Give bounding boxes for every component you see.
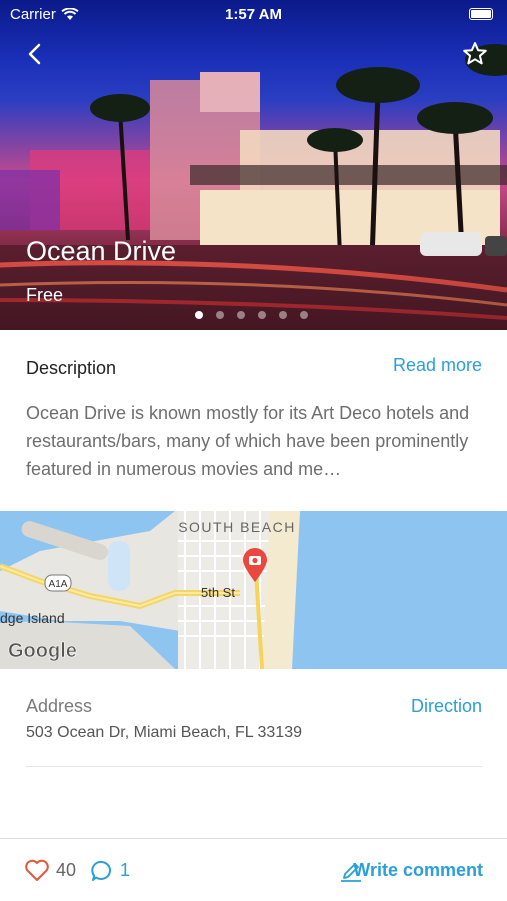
hero-image[interactable]: Carrier 1:57 AM Ocean Drive Free	[0, 0, 507, 330]
page-dot[interactable]	[258, 311, 266, 319]
map-road-label: A1A	[49, 579, 68, 590]
page-dot[interactable]	[300, 311, 308, 319]
status-time: 1:57 AM	[225, 6, 282, 23]
address-value: 503 Ocean Dr, Miami Beach, FL 33139	[26, 724, 302, 741]
read-more-link[interactable]: Read more	[393, 355, 482, 376]
page-dot[interactable]	[216, 311, 224, 319]
description-heading: Description	[26, 358, 117, 378]
like-count: 40	[56, 860, 77, 880]
description-text: Ocean Drive is known mostly for its Art …	[26, 403, 470, 479]
camera-pin-icon[interactable]	[242, 547, 268, 583]
map-canvas: A1A SOUTH BEACH 5th St dge Island Google	[0, 511, 300, 669]
page-dot[interactable]	[237, 311, 245, 319]
place-title: Ocean Drive	[26, 236, 177, 266]
divider	[26, 766, 482, 767]
direction-link[interactable]: Direction	[411, 696, 482, 717]
address-label: Address	[26, 696, 93, 716]
hero-photo	[0, 44, 507, 330]
location-map[interactable]: A1A SOUTH BEACH 5th St dge Island Google	[0, 511, 507, 669]
page-dot[interactable]	[279, 311, 287, 319]
heart-icon[interactable]	[24, 858, 50, 882]
battery-icon	[469, 8, 493, 20]
google-logo: Google	[8, 640, 77, 662]
page-dot[interactable]	[195, 311, 203, 319]
comment-count: 1	[120, 860, 131, 880]
favorite-star-button[interactable]	[461, 40, 489, 68]
map-street-label: 5th St	[201, 585, 235, 600]
page-indicator[interactable]	[195, 311, 308, 319]
map-island-label: dge Island	[0, 610, 65, 626]
bottom-action-bar: 40 1 Write comment	[0, 838, 507, 901]
status-bar: Carrier 1:57 AM	[0, 0, 507, 28]
write-comment-button[interactable]: Write comment	[353, 860, 483, 881]
back-button[interactable]	[22, 40, 50, 68]
place-price: Free	[26, 285, 64, 305]
comment-bubble-icon[interactable]	[90, 859, 114, 883]
map-area-label: SOUTH BEACH	[178, 519, 296, 535]
